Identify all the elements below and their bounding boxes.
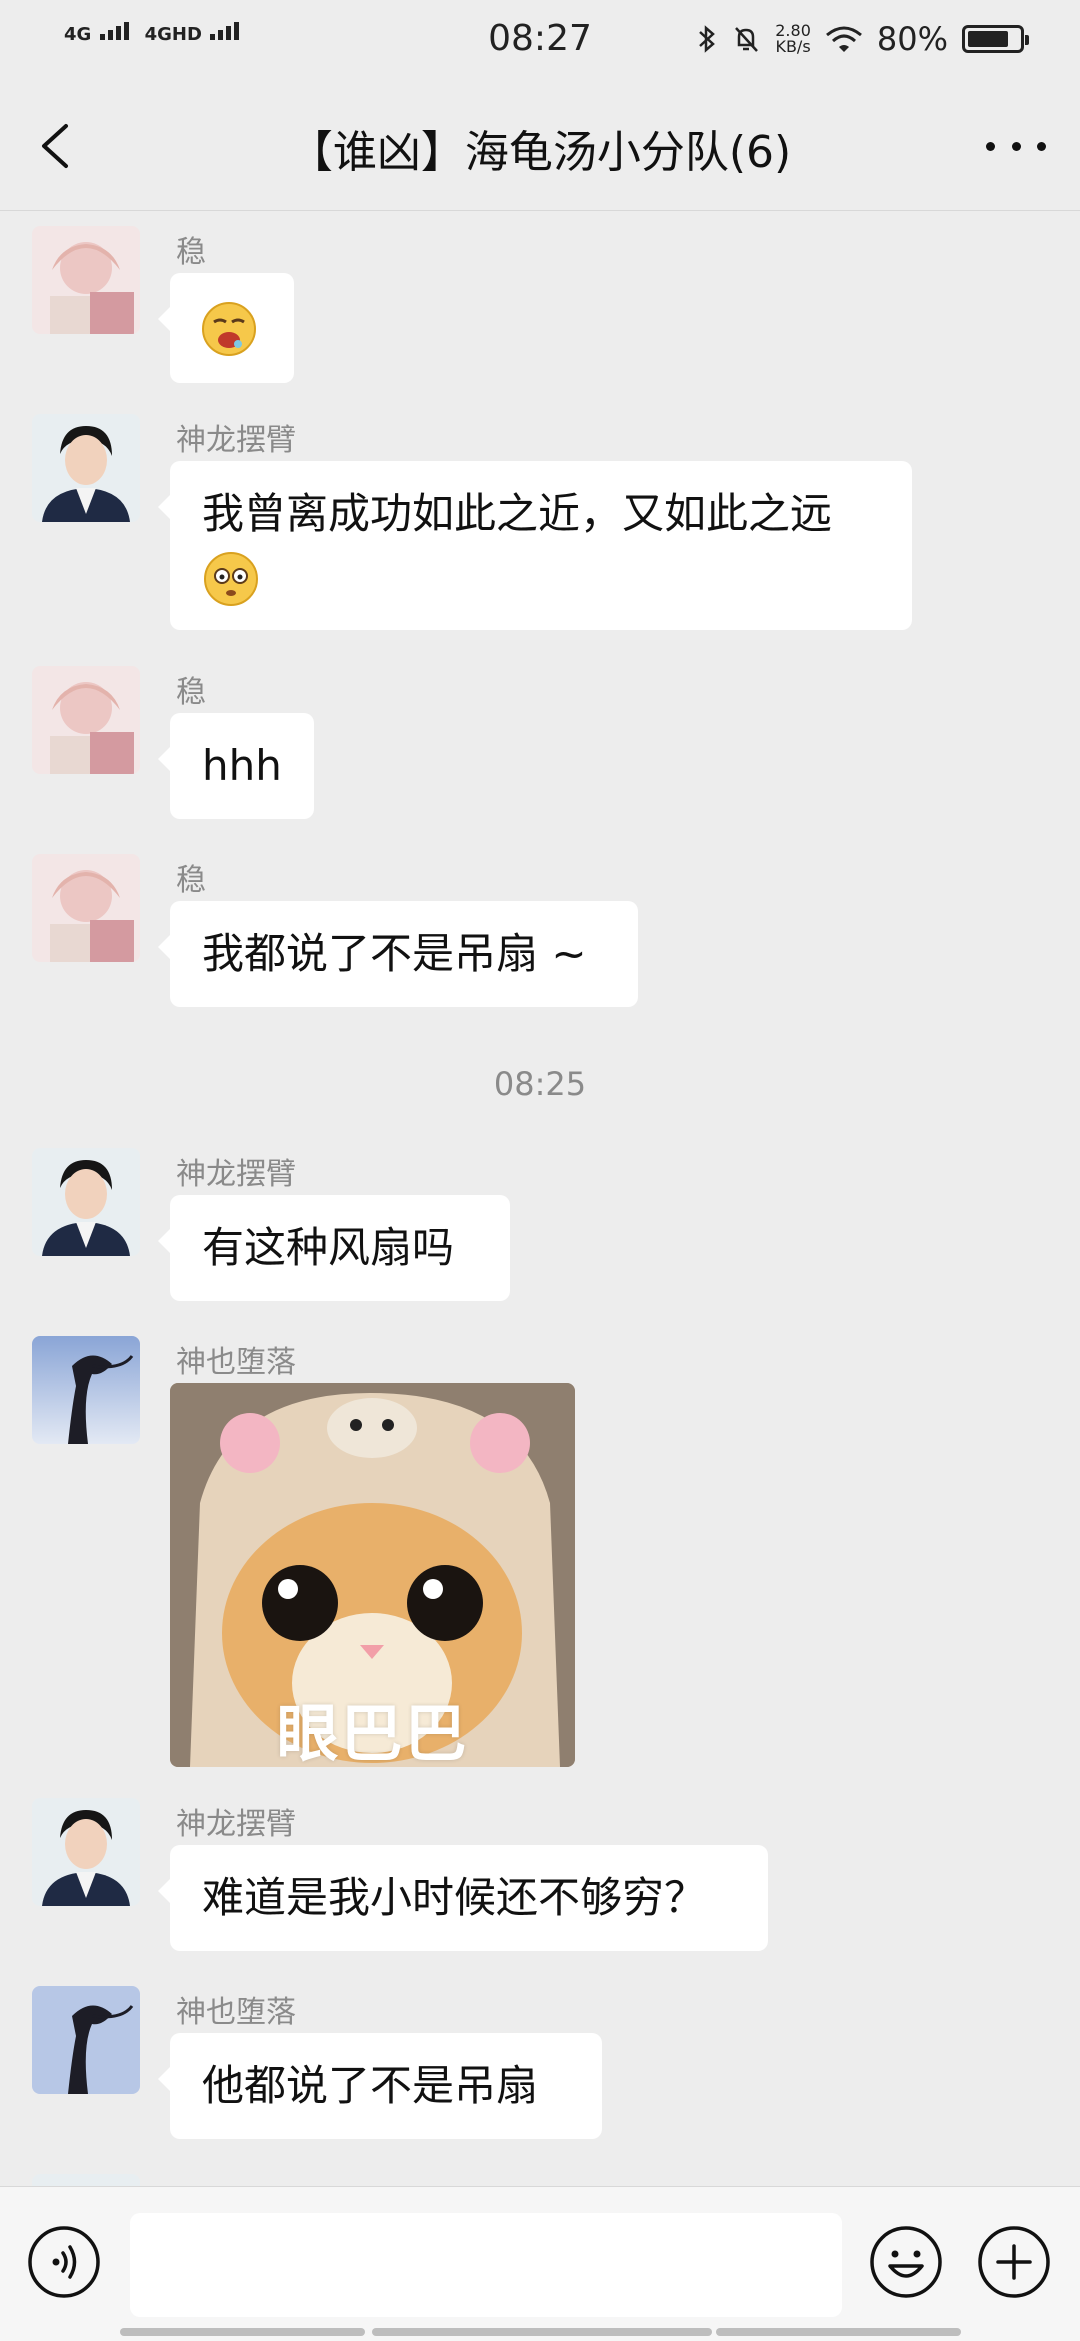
wifi-icon <box>825 26 862 52</box>
message-text: hhh <box>202 741 282 790</box>
message-text: 他都说了不是吊扇 <box>202 2061 539 2110</box>
message-list[interactable]: 稳 神龙摆臂 我曾离成功如此之近，又如此之远 稳 hhh 稳 我都说了不是吊扇 <box>0 211 1080 2186</box>
flushed-face-emoji <box>204 551 258 606</box>
sender-name: 稳 <box>176 235 206 270</box>
bluetooth-icon <box>699 25 716 53</box>
network-speed: 2.80 KB/s <box>775 23 811 55</box>
chat-title: 【谁凶】海龟汤小分队(6) <box>288 127 792 178</box>
avatar[interactable] <box>32 854 140 962</box>
sender-name: 神龙摆臂 <box>176 1807 296 1842</box>
input-bar <box>0 2186 1080 2341</box>
message-item: 神龙摆臂 我曾离成功如此之近，又如此之远 <box>0 399 1080 630</box>
battery-fill <box>968 31 1008 47</box>
sticker-image[interactable]: 眼巴巴 <box>170 1383 575 1767</box>
plus-icon[interactable] <box>976 2224 1052 2300</box>
battery-icon <box>962 25 1029 53</box>
message-bubble[interactable]: 他都说了不是吊扇 <box>158 2033 602 2139</box>
sender-name: 稳 <box>176 863 206 898</box>
message-item-partial <box>0 2159 1080 2186</box>
message-bubble[interactable]: 我都说了不是吊扇 ~ <box>158 901 638 1007</box>
message-bubble[interactable]: 我曾离成功如此之近，又如此之远 <box>158 461 912 630</box>
message-text: 我都说了不是吊扇 ~ <box>202 929 587 978</box>
sender-name: 稳 <box>176 675 206 710</box>
avatar[interactable] <box>32 666 140 774</box>
more-options-button[interactable] <box>986 126 1046 166</box>
avatar[interactable] <box>32 2174 140 2186</box>
chat-header: 【谁凶】海龟汤小分队(6) <box>0 82 1080 211</box>
sender-name: 神龙摆臂 <box>176 1157 296 1192</box>
message-text: 有这种风扇吗 <box>202 1223 455 1272</box>
avatar[interactable] <box>32 226 140 334</box>
mute-bell-icon <box>735 27 759 52</box>
emoji-icon[interactable] <box>868 2224 944 2300</box>
message-bubble[interactable]: hhh <box>158 713 314 819</box>
status-bar: 4G 4GHD 08:27 2.80 KB/s 80% <box>0 0 1080 82</box>
message-bubble[interactable]: 有这种风扇吗 <box>158 1195 510 1301</box>
sender-name: 神也堕落 <box>176 1995 296 2030</box>
speed-unit: KB/s <box>775 37 811 56</box>
avatar[interactable] <box>32 1148 140 1256</box>
message-item: 神也堕落 他都说了不是吊扇 <box>0 1971 1080 2139</box>
avatar[interactable] <box>32 1336 140 1444</box>
message-bubble[interactable]: 难道是我小时候还不够穷？ <box>158 1845 768 1951</box>
gesture-bar-segment <box>120 2328 365 2336</box>
sender-name: 神龙摆臂 <box>176 423 296 458</box>
status-right: 2.80 KB/s 80% <box>697 20 1029 58</box>
gesture-bar-segment <box>716 2328 961 2336</box>
message-item: 神龙摆臂 难道是我小时候还不够穷？ <box>0 1783 1080 1951</box>
message-item: 稳 <box>0 211 1080 383</box>
message-input[interactable] <box>130 2213 842 2317</box>
sender-name: 神也堕落 <box>176 1345 296 1380</box>
avatar[interactable] <box>32 1986 140 2094</box>
message-item: 神也堕落 眼巴巴 <box>0 1321 1080 1791</box>
message-text: 我曾离成功如此之近，又如此之远 <box>202 489 833 538</box>
avatar[interactable] <box>32 414 140 522</box>
back-arrow-icon[interactable] <box>30 118 86 174</box>
message-bubble[interactable] <box>158 273 294 383</box>
battery-percent: 80% <box>876 20 948 58</box>
sticker-caption: 眼巴巴 <box>276 1697 469 1767</box>
message-item: 稳 hhh <box>0 651 1080 819</box>
avatar[interactable] <box>32 1798 140 1906</box>
time-separator: 08:25 <box>493 1065 587 1103</box>
message-item: 稳 我都说了不是吊扇 ~ <box>0 839 1080 1007</box>
voice-icon[interactable] <box>26 2224 102 2300</box>
gesture-bar-segment <box>372 2328 712 2336</box>
message-text: 难道是我小时候还不够穷？ <box>202 1873 707 1922</box>
message-item: 神龙摆臂 有这种风扇吗 <box>0 1133 1080 1301</box>
drooling-face-emoji <box>202 301 256 356</box>
